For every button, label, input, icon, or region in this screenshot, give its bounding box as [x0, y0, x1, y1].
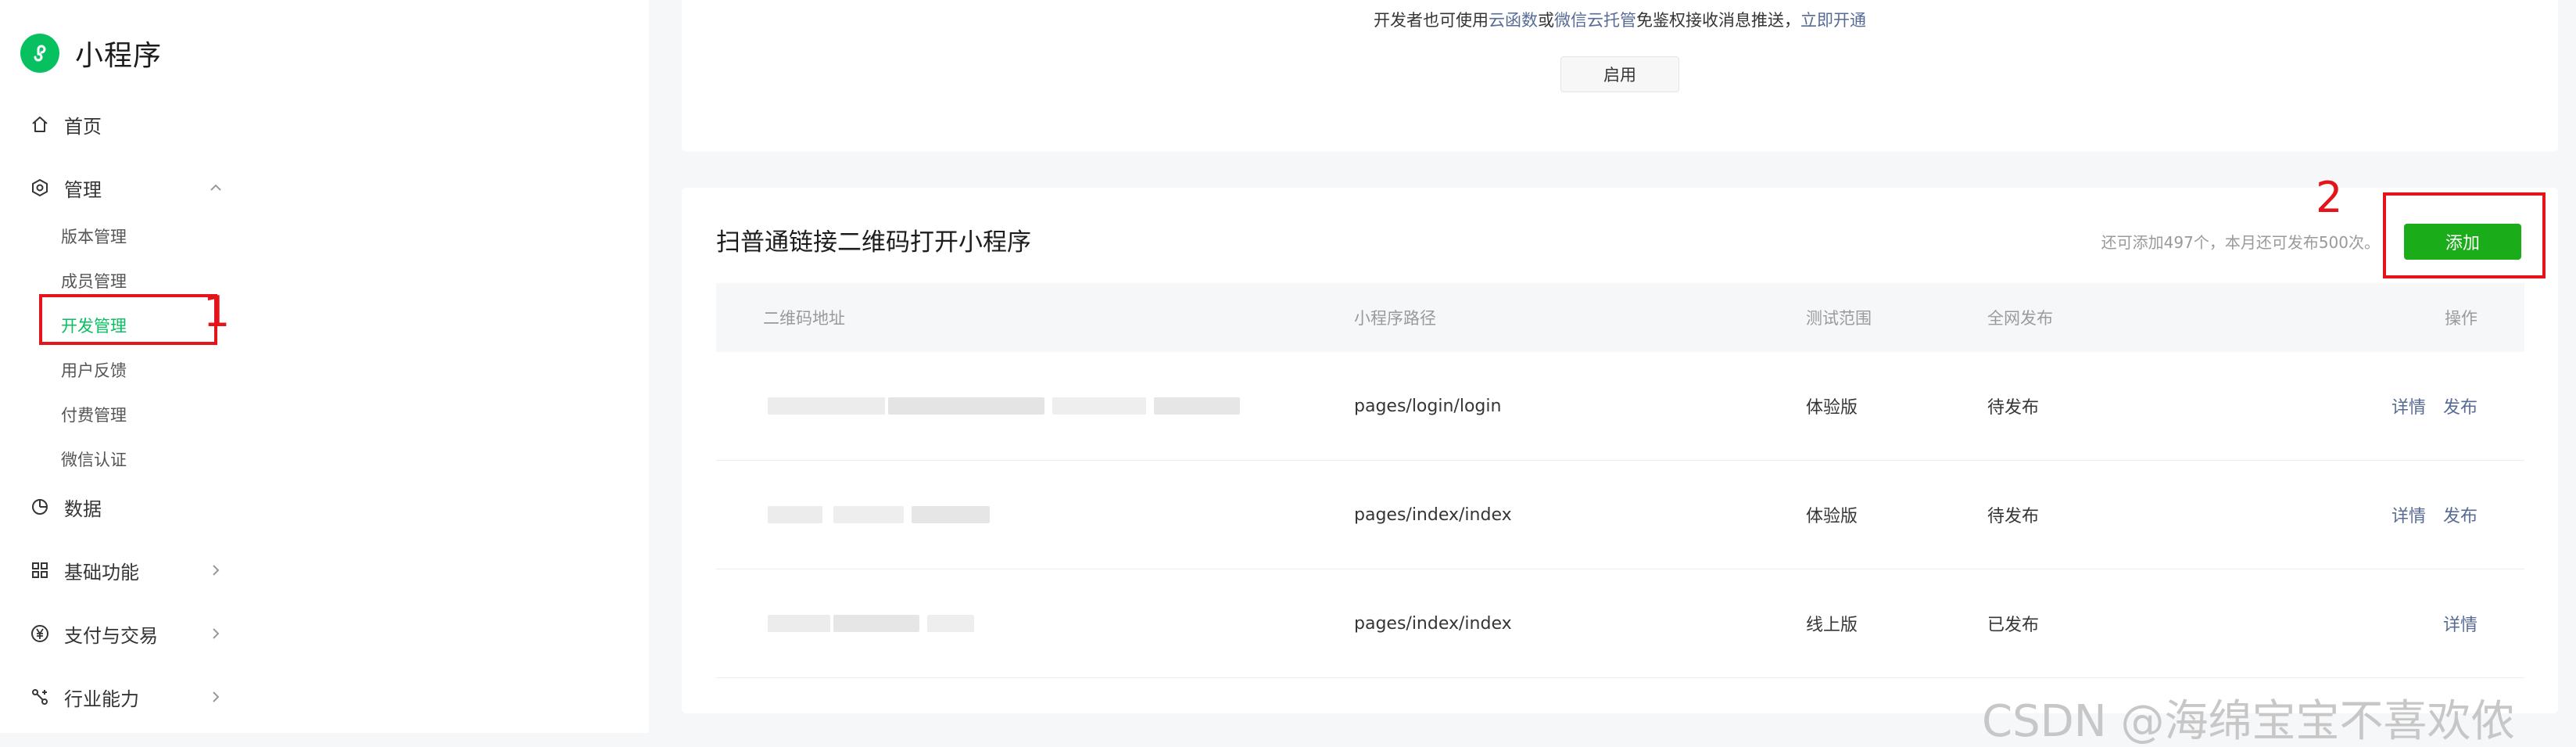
nav-home[interactable]: 首页 — [28, 106, 102, 143]
row-path: pages/index/index — [1354, 613, 1512, 634]
industry-icon — [28, 685, 52, 709]
section-title: 扫普通链接二维码打开小程序 — [716, 228, 1031, 257]
col-ops: 操作 — [2445, 309, 2477, 328]
row-range: 体验版 — [1806, 398, 1858, 418]
sub-payment-manage[interactable]: 付费管理 — [61, 399, 127, 430]
row-ops: 详情 发布 — [2374, 352, 2477, 460]
row-path: pages/index/index — [1354, 505, 1512, 525]
nav-basic-label: 基础功能 — [64, 561, 139, 584]
enable-button[interactable]: 启用 — [1560, 56, 1679, 92]
table-row: pages/login/login 体验版 待发布 详情 发布 — [716, 352, 2524, 461]
row-path: pages/login/login — [1354, 396, 1502, 416]
pie-chart-icon — [28, 495, 52, 519]
publish-link[interactable]: 发布 — [2443, 502, 2477, 527]
table-row: pages/index/index 线上版 已发布 详情 — [716, 569, 2524, 678]
sub-wechat-verify[interactable]: 微信认证 — [61, 444, 127, 475]
sub-version-manage[interactable]: 版本管理 — [61, 221, 127, 252]
row-status: 待发布 — [1987, 507, 2040, 526]
nav-data[interactable]: 数据 — [28, 488, 102, 526]
nav-manage-label: 管理 — [64, 178, 102, 201]
detail-link[interactable]: 详情 — [2391, 393, 2426, 418]
table-row: pages/index/index 体验版 待发布 详情 发布 — [716, 461, 2524, 569]
col-qr-address: 二维码地址 — [763, 309, 845, 328]
nav-industry-label: 行业能力 — [64, 688, 139, 710]
chevron-right-icon[interactable] — [205, 623, 227, 645]
col-publish: 全网发布 — [1987, 309, 2053, 328]
detail-link[interactable]: 详情 — [2443, 611, 2477, 636]
settings-icon — [28, 176, 52, 199]
detail-link[interactable]: 详情 — [2391, 502, 2426, 527]
quota-text: 还可添加497个，本月还可发布500次。 — [2101, 233, 2380, 252]
annotation-number-1: 1 — [203, 287, 231, 336]
table-header: 二维码地址 小程序路径 测试范围 全网发布 操作 — [716, 283, 2524, 352]
watermark: CSDN @海绵宝宝不喜欢侬 — [1982, 696, 2515, 747]
sub-user-feedback[interactable]: 用户反馈 — [61, 354, 127, 386]
row-ops: 详情 — [2426, 569, 2477, 677]
chevron-up-icon[interactable] — [205, 177, 227, 199]
home-icon — [28, 113, 52, 136]
dev-notice: 开发者也可使用云函数或微信云托管免鉴权接收消息推送，立即开通 — [682, 8, 2558, 31]
row-range: 线上版 — [1806, 616, 1858, 635]
annotation-box-2 — [2383, 192, 2546, 278]
col-path: 小程序路径 — [1354, 309, 1436, 328]
publish-link[interactable]: 发布 — [2443, 393, 2477, 418]
nav-payment[interactable]: 支付与交易 — [28, 615, 158, 652]
nav-home-label: 首页 — [64, 115, 102, 138]
qr-link-card: 扫普通链接二维码打开小程序 还可添加497个，本月还可发布500次。 添加 二维… — [682, 188, 2558, 713]
message-push-card: 开发者也可使用云函数或微信云托管免鉴权接收消息推送，立即开通 启用 — [682, 0, 2558, 152]
yuan-icon — [28, 622, 52, 645]
notice-text: 开发者也可使用 — [1374, 11, 1489, 30]
nav-industry[interactable]: 行业能力 — [28, 678, 139, 716]
mini-program-logo-icon — [20, 34, 59, 73]
annotation-box-1 — [39, 294, 217, 345]
rules-table: 二维码地址 小程序路径 测试范围 全网发布 操作 pages/login/log… — [716, 283, 2524, 678]
qr-address-redacted — [763, 352, 1248, 460]
grid-icon — [28, 558, 52, 582]
nav-basic-features[interactable]: 基础功能 — [28, 551, 139, 589]
row-range: 体验版 — [1806, 507, 1858, 526]
brand[interactable]: 小程序 — [20, 31, 162, 75]
notice-text: 或 — [1538, 11, 1554, 30]
notice-text: 免鉴权接收消息推送， — [1636, 11, 1800, 30]
annotation-number-2: 2 — [2316, 173, 2343, 222]
qr-address-redacted — [763, 569, 1248, 677]
app-title: 小程序 — [75, 40, 163, 72]
cloud-function-link[interactable]: 云函数 — [1489, 11, 1538, 30]
sidebar: 小程序 首页 管理 版本管理 成员管理 开发管理 用户反馈 付费管理 微信认证 … — [0, 0, 649, 733]
row-ops: 详情 发布 — [2374, 461, 2477, 569]
nav-data-label: 数据 — [64, 497, 102, 520]
nav-manage[interactable]: 管理 — [28, 169, 102, 207]
col-test-range: 测试范围 — [1806, 309, 1872, 328]
qr-address-redacted — [763, 461, 1248, 569]
open-now-link[interactable]: 立即开通 — [1800, 11, 1866, 30]
row-status: 已发布 — [1987, 616, 2040, 635]
row-status: 待发布 — [1987, 398, 2040, 418]
sub-member-manage[interactable]: 成员管理 — [61, 265, 127, 296]
nav-payment-label: 支付与交易 — [64, 624, 158, 647]
chevron-right-icon[interactable] — [205, 559, 227, 581]
chevron-right-icon[interactable] — [205, 686, 227, 708]
cloud-hosting-link[interactable]: 微信云托管 — [1554, 11, 1636, 30]
